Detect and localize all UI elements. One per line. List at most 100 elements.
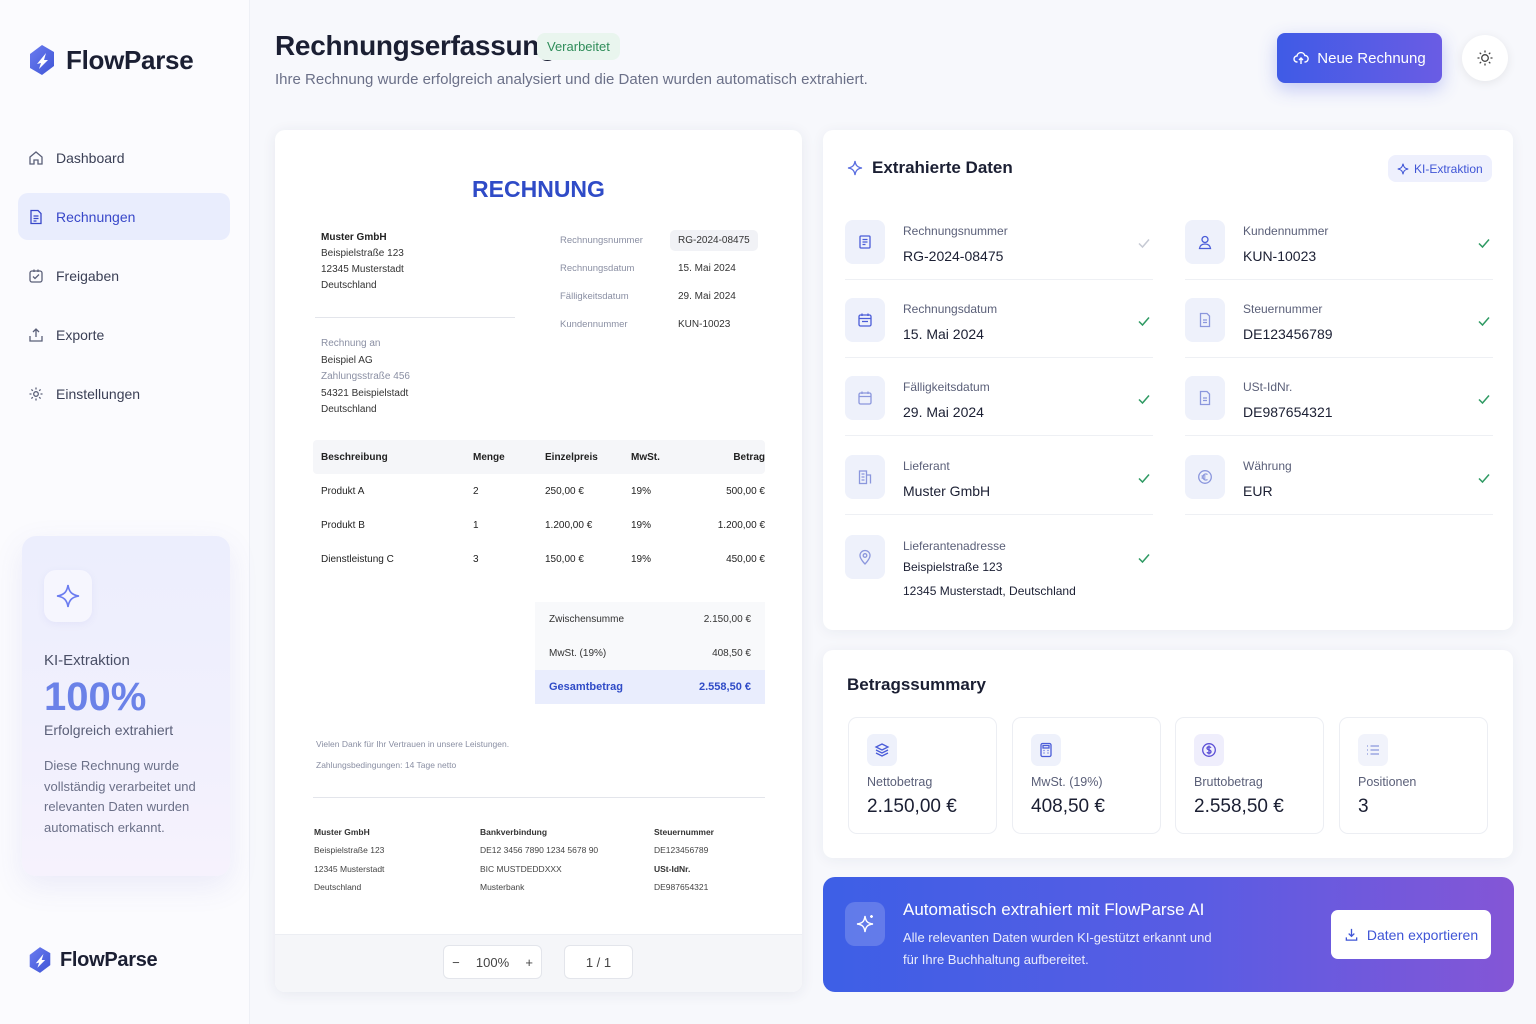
column-header: MwSt. — [631, 451, 660, 463]
footer-line: DE123456789 — [654, 845, 709, 856]
grand-total-label: Gesamtbetrag — [549, 681, 623, 693]
export-data-button[interactable]: Daten exportieren — [1331, 910, 1491, 959]
field-value: 15. Mai 2024 — [903, 326, 984, 342]
footer-tax: Steuernummer DE123456789 USt-IdNr. DE987… — [654, 823, 714, 896]
field-customer-number[interactable]: Kundennummer KUN-10023 — [1185, 202, 1493, 280]
seller-city: 12345 Musterstadt — [321, 264, 404, 275]
meta-row: Fälligkeitsdatum 29. Mai 2024 — [560, 282, 758, 310]
field-invoice-number[interactable]: Rechnungsnummer RG-2024-08475 — [845, 202, 1153, 280]
approval-icon — [29, 269, 43, 283]
meta-row: Rechnungsnummer RG-2024-08475 — [560, 226, 758, 254]
bottom-logo: FlowParse — [28, 946, 158, 974]
page-indicator: 1 / 1 — [564, 945, 633, 979]
subtotal-value: 2.150,00 € — [703, 613, 751, 625]
footer-line: BIC MUSTDEDDXXX — [480, 863, 562, 874]
grand-total-value: 2.558,50 € — [699, 681, 751, 693]
field-vat-id[interactable]: USt-IdNr. DE987654321 — [1185, 358, 1493, 436]
theme-toggle-button[interactable] — [1462, 35, 1508, 81]
flowparse-logo-icon — [29, 947, 51, 973]
field-value: DE123456789 — [1243, 326, 1333, 342]
zoom-out-button[interactable]: − — [452, 955, 460, 970]
table-cell: 250,00 € — [545, 485, 584, 497]
table-row: Dienstleistung C 3 150,00 € 19% 450,00 € — [313, 542, 765, 576]
app-logo[interactable]: FlowParse — [28, 44, 194, 76]
sidebar-item-freigaben[interactable]: Freigaben — [18, 252, 230, 299]
check-icon — [1138, 554, 1150, 564]
document-icon — [1185, 298, 1225, 342]
user-icon — [1185, 220, 1225, 264]
check-icon — [1478, 395, 1490, 405]
footer-line: Beispielstraße 123 — [314, 845, 385, 856]
gear-icon — [29, 387, 43, 400]
divider — [315, 317, 515, 318]
thanks-text: Vielen Dank für Ihr Vertrauen in unsere … — [316, 739, 510, 749]
summary-card-net: Nettobetrag 2.150,00 € — [848, 717, 997, 834]
meta-value: 15. Mai 2024 — [678, 262, 736, 274]
table-cell: 19% — [631, 519, 652, 531]
ki-extraction-card: KI-Extraktion 100% Erfolgreich extrahier… — [22, 536, 230, 876]
summary-value: 408,50 € — [1031, 796, 1105, 817]
field-label: Rechnungsnummer — [903, 224, 1008, 238]
meta-key: Fälligkeitsdatum — [560, 290, 629, 302]
sidebar-item-label: Exporte — [56, 326, 105, 343]
currency-icon — [1185, 455, 1225, 499]
meta-value: RG-2024-08475 — [670, 229, 758, 251]
address-line: 12345 Musterstadt, Deutschland — [903, 584, 1076, 598]
sidebar-item-exporte[interactable]: Exporte — [18, 311, 230, 358]
sidebar-item-einstellungen[interactable]: Einstellungen — [18, 370, 230, 417]
calculator-icon — [1031, 734, 1061, 766]
field-label: Lieferant — [903, 459, 950, 473]
table-header: Beschreibung Menge Einzelpreis MwSt. Bet… — [313, 440, 765, 474]
invoice-preview: RECHNUNG Muster GmbH Beispielstraße 123 … — [275, 130, 802, 992]
tax-value: 408,50 € — [712, 647, 751, 659]
recipient-country: Deutschland — [321, 404, 377, 415]
check-icon — [1138, 239, 1150, 249]
sidebar-item-label: Freigaben — [56, 267, 120, 284]
field-label: Steuernummer — [1243, 302, 1323, 316]
invoice-seller: Muster GmbH Beispielstraße 123 12345 Mus… — [321, 230, 404, 294]
check-icon — [1138, 395, 1150, 405]
field-supplier-address[interactable]: Lieferantenadresse Beispielstraße 123 12… — [845, 517, 1153, 613]
upload-icon — [29, 327, 43, 342]
extracted-data-title: Extrahierte Daten — [872, 158, 1013, 177]
new-invoice-button[interactable]: Neue Rechnung — [1277, 33, 1442, 83]
summary-value: 2.558,50 € — [1194, 796, 1284, 817]
footer-line: USt-IdNr. — [654, 863, 691, 874]
field-tax-number[interactable]: Steuernummer DE123456789 — [1185, 280, 1493, 358]
layers-icon — [867, 734, 897, 766]
table-cell: 500,00 € — [726, 485, 765, 497]
summary-value: 3 — [1358, 796, 1369, 817]
zoom-in-button[interactable]: + — [525, 955, 533, 970]
sidebar-item-rechnungen[interactable]: Rechnungen — [18, 193, 230, 240]
summary-card-positions: Positionen 3 — [1339, 717, 1488, 834]
field-invoice-date[interactable]: Rechnungsdatum 15. Mai 2024 — [845, 280, 1153, 358]
field-supplier[interactable]: Lieferant Muster GmbH — [845, 437, 1153, 515]
badge-label: KI-Extraktion — [1414, 161, 1483, 176]
list-icon — [1358, 734, 1388, 766]
table-cell: 1.200,00 € — [717, 519, 765, 531]
table-cell: 1 — [473, 519, 479, 531]
zoom-level: 100% — [475, 954, 510, 970]
field-due-date[interactable]: Fälligkeitsdatum 29. Mai 2024 — [845, 358, 1153, 436]
new-invoice-label: Neue Rechnung — [1317, 49, 1426, 67]
table-cell: Produkt A — [321, 485, 365, 497]
sparkle-icon — [44, 570, 92, 622]
recipient-label: Rechnung an — [321, 338, 381, 349]
footer-line: DE12 3456 7890 1234 5678 90 — [480, 845, 599, 856]
banner-description: Alle relevanten Daten wurden KI-gestützt… — [903, 930, 1212, 967]
field-value: RG-2024-08475 — [903, 248, 1004, 264]
table-cell: Produkt B — [321, 519, 365, 531]
field-value: EUR — [1243, 483, 1273, 499]
field-currency[interactable]: Währung EUR — [1185, 437, 1493, 515]
cloud-upload-icon — [1293, 51, 1310, 64]
sidebar-item-label: Rechnungen — [56, 208, 136, 225]
status-badge: Verarbeitet — [537, 33, 620, 60]
seller-country: Deutschland — [321, 280, 377, 291]
meta-row: Rechnungsdatum 15. Mai 2024 — [560, 254, 758, 282]
table-cell: 150,00 € — [545, 553, 584, 565]
building-icon — [845, 455, 885, 499]
calendar-icon — [845, 376, 885, 420]
banner-title: Automatisch extrahiert mit FlowParse AI — [903, 900, 1205, 919]
sidebar-item-dashboard[interactable]: Dashboard — [18, 134, 230, 181]
seller-street: Beispielstraße 123 — [321, 248, 404, 259]
